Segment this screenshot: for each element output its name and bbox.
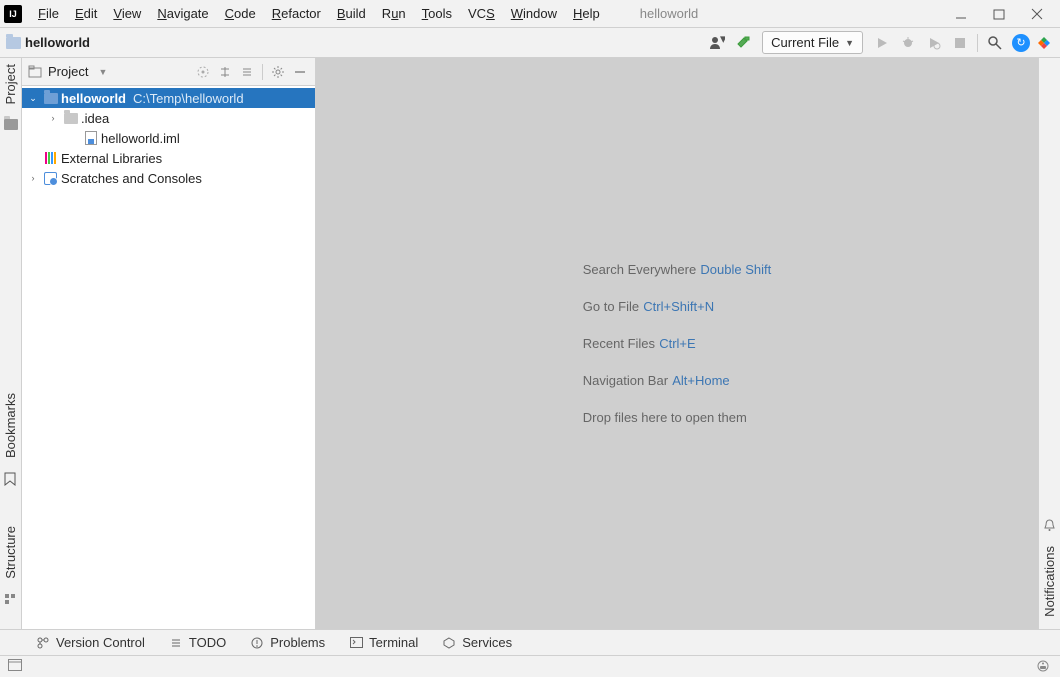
terminal-icon: [349, 636, 363, 650]
tool-problems[interactable]: Problems: [250, 635, 325, 650]
bookmark-icon: [4, 472, 18, 486]
tab-notifications[interactable]: Notifications: [1042, 546, 1057, 617]
tool-version-control[interactable]: Version Control: [36, 635, 145, 650]
editor-empty-tips: Search Everywhere Double Shift Go to Fil…: [583, 261, 771, 426]
tab-structure[interactable]: Structure: [3, 526, 18, 579]
navigation-bar: helloworld ▾ Current File ▼ ↻: [0, 28, 1060, 58]
tip-label: Recent Files: [583, 336, 655, 351]
menu-vcs[interactable]: VCS: [460, 2, 503, 25]
run-config-dropdown[interactable]: Current File ▼: [762, 31, 863, 54]
inspection-status-icon[interactable]: [1036, 659, 1052, 675]
menu-run[interactable]: Run: [374, 2, 414, 25]
project-tree[interactable]: ⌄ helloworld C:\Temp\helloworld › .idea …: [22, 86, 315, 629]
search-icon[interactable]: [983, 32, 1007, 54]
run-button[interactable]: [870, 32, 894, 54]
branch-icon: [36, 636, 50, 650]
tool-terminal[interactable]: Terminal: [349, 635, 418, 650]
expand-icon[interactable]: ›: [26, 173, 40, 183]
menu-navigate[interactable]: Navigate: [149, 2, 216, 25]
tab-bookmarks[interactable]: Bookmarks: [3, 393, 18, 458]
menu-help[interactable]: Help: [565, 2, 608, 25]
tree-node-idea-folder[interactable]: › .idea: [22, 108, 315, 128]
coverage-button[interactable]: [922, 32, 946, 54]
tree-node-iml-file[interactable]: helloworld.iml: [22, 128, 315, 148]
build-icon[interactable]: [731, 32, 755, 54]
chevron-down-icon: ▼: [98, 67, 107, 77]
editor-placeholder[interactable]: Search Everywhere Double Shift Go to Fil…: [316, 58, 1038, 629]
expand-all-icon[interactable]: [216, 63, 234, 81]
add-user-icon[interactable]: ▾: [705, 32, 729, 54]
services-icon: [442, 636, 456, 650]
breadcrumb-root[interactable]: helloworld: [25, 35, 90, 50]
stop-button[interactable]: [948, 32, 972, 54]
expand-icon[interactable]: ⌄: [26, 93, 40, 104]
list-icon: [169, 636, 183, 650]
svg-text:▾: ▾: [720, 35, 725, 46]
ide-settings-icon[interactable]: [1035, 34, 1053, 52]
chevron-down-icon: ▼: [845, 38, 854, 48]
expand-icon[interactable]: ›: [46, 113, 60, 123]
structure-icon: [4, 593, 18, 607]
update-icon[interactable]: ↻: [1009, 32, 1033, 54]
menu-refactor[interactable]: Refactor: [264, 2, 329, 25]
tip-label: Search Everywhere: [583, 262, 696, 277]
menu-edit[interactable]: Edit: [67, 2, 105, 25]
project-header: Project ▼: [22, 58, 315, 86]
settings-icon[interactable]: [269, 63, 287, 81]
bottom-tool-bar: Version Control TODO Problems Terminal S…: [0, 629, 1060, 655]
status-bar: [0, 655, 1060, 677]
tree-node-project-root[interactable]: ⌄ helloworld C:\Temp\helloworld: [22, 88, 315, 108]
window-minimize-button[interactable]: [942, 2, 980, 26]
warning-icon: [250, 636, 264, 650]
folder-icon: [4, 118, 18, 132]
folder-icon: [6, 37, 21, 49]
project-tool-window: Project ▼ ⌄ helloworld C:\Temp\helloworl…: [22, 58, 316, 629]
tab-project[interactable]: Project: [3, 64, 18, 104]
window-close-button[interactable]: [1018, 2, 1056, 26]
menu-file[interactable]: File: [30, 2, 67, 25]
tool-window-toggle-icon[interactable]: [8, 659, 24, 675]
hide-icon[interactable]: [291, 63, 309, 81]
titlebar-project-name: helloworld: [640, 6, 699, 21]
tip-label: Drop files here to open them: [583, 410, 747, 425]
app-icon: IJ: [4, 5, 22, 23]
menu-code[interactable]: Code: [217, 2, 264, 25]
select-opened-file-icon[interactable]: [194, 63, 212, 81]
menu-build[interactable]: Build: [329, 2, 374, 25]
menu-window[interactable]: Window: [503, 2, 565, 25]
tool-services[interactable]: Services: [442, 635, 512, 650]
run-config-label: Current File: [771, 35, 839, 50]
menu-tools[interactable]: Tools: [414, 2, 460, 25]
right-tool-gutter: Notifications: [1038, 58, 1060, 629]
tip-shortcut: Ctrl+E: [659, 336, 695, 351]
menu-bar: IJ File Edit View Navigate Code Refactor…: [0, 0, 1060, 28]
project-icon: [28, 65, 42, 79]
tree-node-external-libraries[interactable]: External Libraries: [22, 148, 315, 168]
project-view-selector[interactable]: Project ▼: [28, 64, 190, 79]
tool-todo[interactable]: TODO: [169, 635, 226, 650]
tip-shortcut: Double Shift: [700, 262, 771, 277]
tree-node-scratches[interactable]: › Scratches and Consoles: [22, 168, 315, 188]
tip-shortcut: Alt+Home: [672, 373, 729, 388]
collapse-all-icon[interactable]: [238, 63, 256, 81]
menu-view[interactable]: View: [105, 2, 149, 25]
window-maximize-button[interactable]: [980, 2, 1018, 26]
debug-button[interactable]: [896, 32, 920, 54]
tip-label: Navigation Bar: [583, 373, 668, 388]
tip-shortcut: Ctrl+Shift+N: [643, 299, 714, 314]
left-tool-gutter: Project Bookmarks Structure: [0, 58, 22, 629]
bell-icon[interactable]: [1043, 518, 1057, 532]
tip-label: Go to File: [583, 299, 639, 314]
